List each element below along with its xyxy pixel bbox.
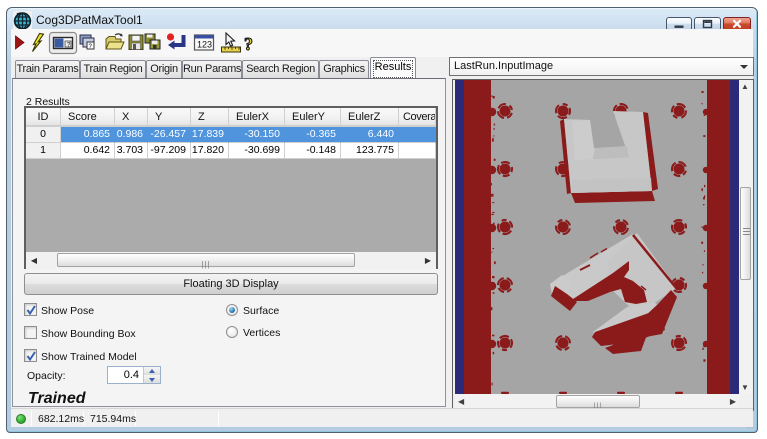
svg-text:?: ? — [244, 34, 253, 54]
svg-text:123: 123 — [197, 40, 212, 50]
